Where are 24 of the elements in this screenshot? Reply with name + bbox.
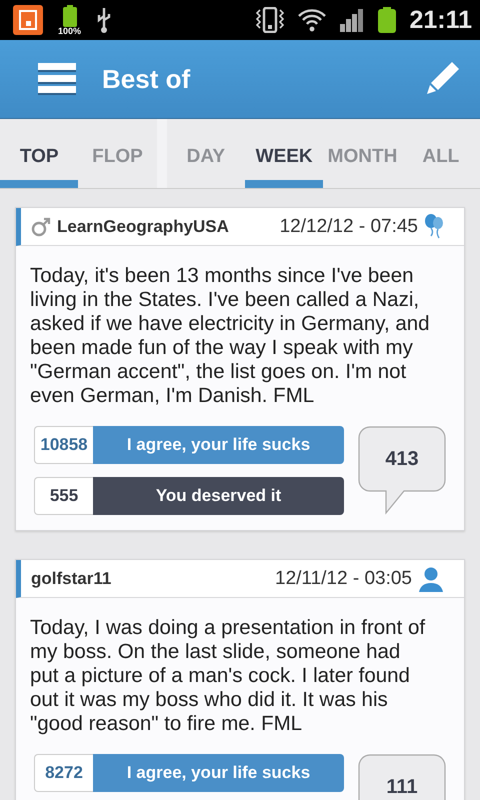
tab[interactable]: WEEK xyxy=(245,119,324,188)
tab[interactable]: TOP xyxy=(0,119,78,188)
clock: 21:11 xyxy=(409,6,472,34)
author-name[interactable]: LearnGeographyUSA xyxy=(57,216,274,236)
vote-count: 10858 xyxy=(34,426,93,464)
comments-button[interactable]: 413 xyxy=(358,426,446,516)
battery-icon xyxy=(62,4,78,26)
vote-button[interactable]: You deserved it xyxy=(93,477,344,515)
comments-button[interactable]: 111 xyxy=(358,754,446,800)
signal-icon xyxy=(339,8,366,32)
post-text: Today, I was doing a presentation in front of my boss. On the last slide, someone had put a picture of a man's cock. I later found out it was my boss who did it. It was his "good reason" to fire me. FML xyxy=(30,616,426,736)
battery-percent: 100% xyxy=(58,26,82,36)
vote-count: 555 xyxy=(34,477,93,515)
battery-icon xyxy=(377,7,398,33)
post-date: 12/12/12 - 07:45 xyxy=(280,216,418,238)
sd-card-icon xyxy=(12,4,44,36)
app-title: Best of xyxy=(102,64,192,94)
menu-icon[interactable] xyxy=(36,61,78,97)
wifi-icon xyxy=(297,8,328,32)
vibrate-icon xyxy=(255,7,286,33)
vote-count: 8272 xyxy=(34,754,93,792)
post-date: 12/11/12 - 03:05 xyxy=(275,568,412,590)
author-name[interactable]: golfstar11 xyxy=(31,568,270,588)
post-text: Today, it's been 13 months since I've been living in the States. I've been called a Nazi, asked if we have electricity in Germany, and been made fun of the way I speak with my "German accent", the list goes on. I'm not even German, I'm Danish. FML xyxy=(30,264,431,408)
